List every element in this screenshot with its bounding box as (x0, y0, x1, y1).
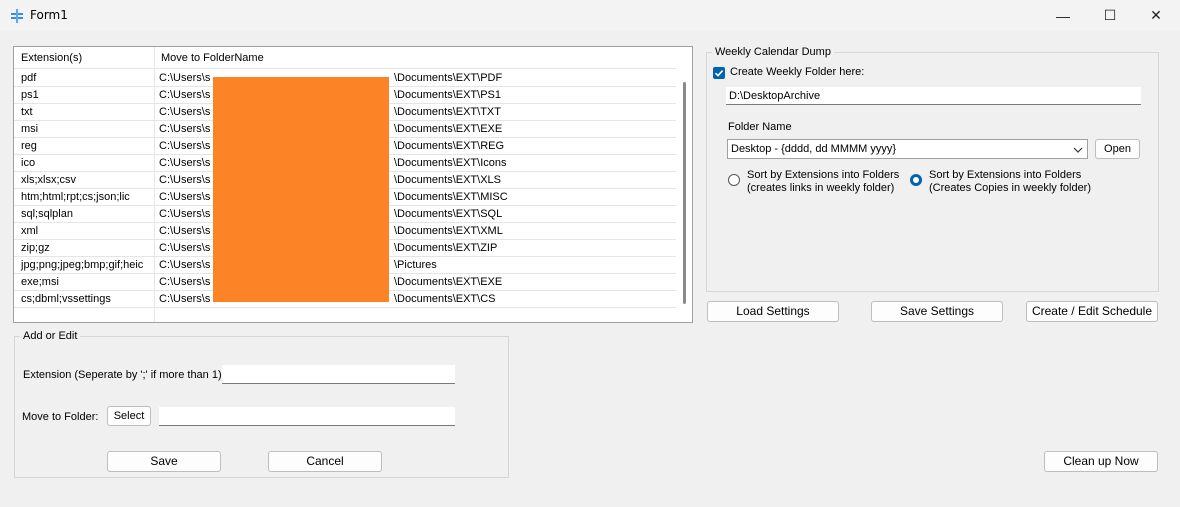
save-settings-label: Save Settings (899, 304, 975, 318)
extension-cell: ico (21, 157, 36, 169)
folder-name-combobox[interactable]: Desktop - {dddd, dd MMMM yyyy} (727, 139, 1088, 159)
folder-cell-suffix: \Documents\EXT\ZIP (394, 242, 498, 254)
extension-cell: txt (21, 106, 33, 118)
extensions-grid[interactable]: Extension(s) Move to FolderName pdf C:\Us… (13, 46, 693, 323)
grid-header: Extension(s) Move to FolderName (14, 47, 676, 69)
folder-cell-prefix: C:\Users\s (159, 157, 211, 169)
extension-cell: zip;gz (21, 242, 50, 254)
radio-sort-copies-label[interactable]: Sort by Extensions into Folders (Creates… (929, 169, 1091, 195)
maximize-button[interactable]: ☐ (1087, 0, 1133, 31)
select-button-label: Select (113, 410, 145, 422)
open-button-label: Open (1104, 143, 1131, 155)
load-settings-label: Load Settings (736, 304, 810, 318)
extension-cell: cs;dbml;vssettings (21, 293, 111, 305)
cancel-button-label: Cancel (306, 454, 344, 468)
radio-copies-line2: (Creates Copies in weekly folder) (929, 182, 1092, 194)
radio-links-line2: (creates links in weekly folder) (747, 182, 895, 194)
extension-cell: msi (21, 123, 39, 135)
folder-cell-prefix: C:\Users\s (159, 89, 211, 101)
folder-cell-prefix: C:\Users\s (159, 225, 211, 237)
add-edit-group-title: Add or Edit (23, 330, 78, 342)
minimize-button[interactable]: — (1040, 0, 1086, 31)
clean-up-label: Clean up Now (1063, 454, 1139, 468)
radio-copies-line1: Sort by Extensions into Folders (929, 169, 1082, 181)
extension-cell: jpg;png;jpeg;bmp;gif;heic (21, 259, 144, 271)
close-button[interactable]: ✕ (1133, 0, 1179, 31)
folder-cell-suffix: \Documents\EXT\MISC (394, 191, 508, 203)
extension-cell: pdf (21, 72, 37, 84)
scrollbar-thumb[interactable] (683, 82, 686, 304)
folder-cell-prefix: C:\Users\s (159, 174, 211, 186)
folder-cell-prefix: C:\Users\s (159, 191, 211, 203)
folder-cell-prefix: C:\Users\s (159, 106, 211, 118)
folder-cell-prefix: C:\Users\s (159, 293, 211, 305)
folder-cell-suffix: \Documents\EXT\EXE (394, 276, 503, 288)
new-row[interactable] (14, 308, 676, 322)
check-icon (714, 70, 724, 77)
save-settings-button[interactable]: Save Settings (871, 301, 1003, 322)
folder-cell-suffix: \Documents\EXT\REG (394, 140, 505, 152)
add-edit-group: Add or Edit (14, 330, 509, 478)
create-folder-checkbox[interactable] (713, 67, 725, 79)
folder-cell-suffix: \Documents\EXT\EXE (394, 123, 503, 135)
maximize-icon: ☐ (1103, 7, 1117, 23)
extension-cell: xml (21, 225, 39, 237)
weekly-group-title: Weekly Calendar Dump (715, 46, 831, 58)
minimize-icon: — (1056, 7, 1070, 24)
load-settings-button[interactable]: Load Settings (707, 301, 839, 322)
folder-cell-suffix: \Documents\EXT\PS1 (394, 89, 501, 101)
radio-sort-copies[interactable] (910, 174, 922, 186)
column-divider (154, 47, 155, 322)
folder-name-label: Folder Name (728, 121, 792, 133)
folder-cell-prefix: C:\Users\s (159, 259, 211, 271)
app-icon (11, 9, 23, 23)
extension-label: Extension (Seperate by ';' if more than … (23, 369, 222, 381)
folder-cell-suffix: \Documents\EXT\XML (394, 225, 503, 237)
title-bar[interactable]: Form1 — ☐ ✕ (0, 0, 1180, 31)
column-header-extensions[interactable]: Extension(s) (14, 47, 154, 69)
window-title: Form1 (30, 8, 68, 22)
folder-cell-prefix: C:\Users\s (159, 123, 211, 135)
redaction-block (213, 77, 389, 302)
extension-cell: exe;msi (21, 276, 59, 288)
folder-cell-suffix: \Documents\EXT\PDF (394, 72, 503, 84)
radio-sort-links[interactable] (728, 174, 740, 186)
radio-links-line1: Sort by Extensions into Folders (747, 169, 900, 181)
select-folder-button[interactable]: Select (107, 406, 151, 426)
folder-cell-suffix: \Documents\EXT\XLS (394, 174, 501, 186)
chevron-down-icon (1073, 147, 1083, 153)
cancel-button[interactable]: Cancel (268, 451, 382, 472)
clean-up-now-button[interactable]: Clean up Now (1044, 451, 1158, 472)
archive-path-input[interactable] (726, 87, 1141, 105)
move-to-folder-label: Move to Folder: (22, 411, 99, 423)
extension-input[interactable] (222, 365, 455, 384)
extension-cell: sql;sqlplan (21, 208, 73, 220)
extension-cell: htm;html;rpt;cs;json;lic (21, 191, 130, 203)
extension-cell: ps1 (21, 89, 39, 101)
save-button[interactable]: Save (107, 451, 221, 472)
close-icon: ✕ (1150, 7, 1162, 23)
schedule-label: Create / Edit Schedule (1031, 304, 1153, 318)
folder-cell-prefix: C:\Users\s (159, 242, 211, 254)
folder-cell-suffix: \Documents\EXT\TXT (394, 106, 501, 118)
save-button-label: Save (150, 454, 178, 468)
folder-cell-prefix: C:\Users\s (159, 276, 211, 288)
folder-cell-suffix: \Documents\EXT\SQL (394, 208, 503, 220)
extension-cell: xls;xlsx;csv (21, 174, 76, 186)
folder-name-value: Desktop - {dddd, dd MMMM yyyy} (731, 143, 897, 155)
extension-cell: reg (21, 140, 37, 152)
folder-cell-prefix: C:\Users\s (159, 140, 211, 152)
folder-cell-suffix: \Documents\EXT\CS (394, 293, 496, 305)
folder-cell-prefix: C:\Users\s (159, 208, 211, 220)
folder-path-input[interactable] (159, 407, 455, 426)
folder-cell-suffix: \Documents\EXT\Icons (394, 157, 507, 169)
radio-sort-links-label[interactable]: Sort by Extensions into Folders (creates… (747, 169, 899, 195)
folder-cell-suffix: \Pictures (394, 259, 437, 271)
create-folder-label[interactable]: Create Weekly Folder here: (730, 66, 864, 78)
open-button[interactable]: Open (1095, 139, 1140, 159)
column-header-folder[interactable]: Move to FolderName (154, 47, 674, 69)
folder-cell-prefix: C:\Users\s (159, 72, 211, 84)
create-edit-schedule-button[interactable]: Create / Edit Schedule (1026, 301, 1158, 322)
